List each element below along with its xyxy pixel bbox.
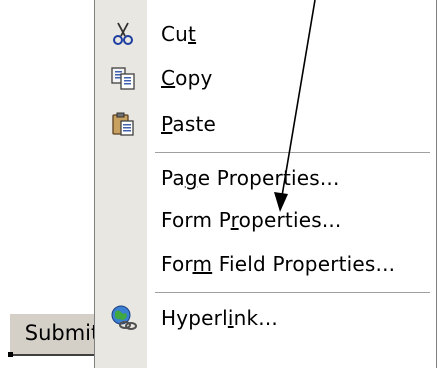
paste-icon — [109, 110, 137, 138]
menu-separator — [155, 292, 430, 293]
menu-item-label: Page Properties... — [161, 166, 340, 190]
menu-item-page-properties[interactable]: Page Properties... — [95, 158, 436, 198]
hyperlink-globe-icon — [109, 304, 137, 332]
menu-item-label: Hyperlink... — [161, 306, 278, 330]
context-menu: Cut Copy Paste Page Properties... Form P… — [94, 0, 437, 368]
menu-item-cut[interactable]: Cut — [95, 14, 436, 54]
menu-item-label: Cut — [161, 22, 197, 46]
copy-icon — [109, 64, 137, 92]
menu-item-label: Copy — [161, 66, 213, 90]
menu-item-paste[interactable]: Paste — [95, 104, 436, 144]
menu-item-form-field-properties[interactable]: Form Field Properties... — [95, 244, 436, 284]
selection-handle — [8, 352, 13, 357]
menu-separator — [155, 152, 430, 153]
scissors-icon — [109, 20, 137, 48]
menu-item-form-properties[interactable]: Form Properties... — [95, 200, 436, 240]
menu-item-label: Paste — [161, 112, 216, 136]
menu-item-hyperlink[interactable]: Hyperlink... — [95, 298, 436, 338]
menu-item-label: Form Field Properties... — [161, 252, 396, 276]
menu-item-label: Form Properties... — [161, 208, 342, 232]
menu-item-copy[interactable]: Copy — [95, 58, 436, 98]
